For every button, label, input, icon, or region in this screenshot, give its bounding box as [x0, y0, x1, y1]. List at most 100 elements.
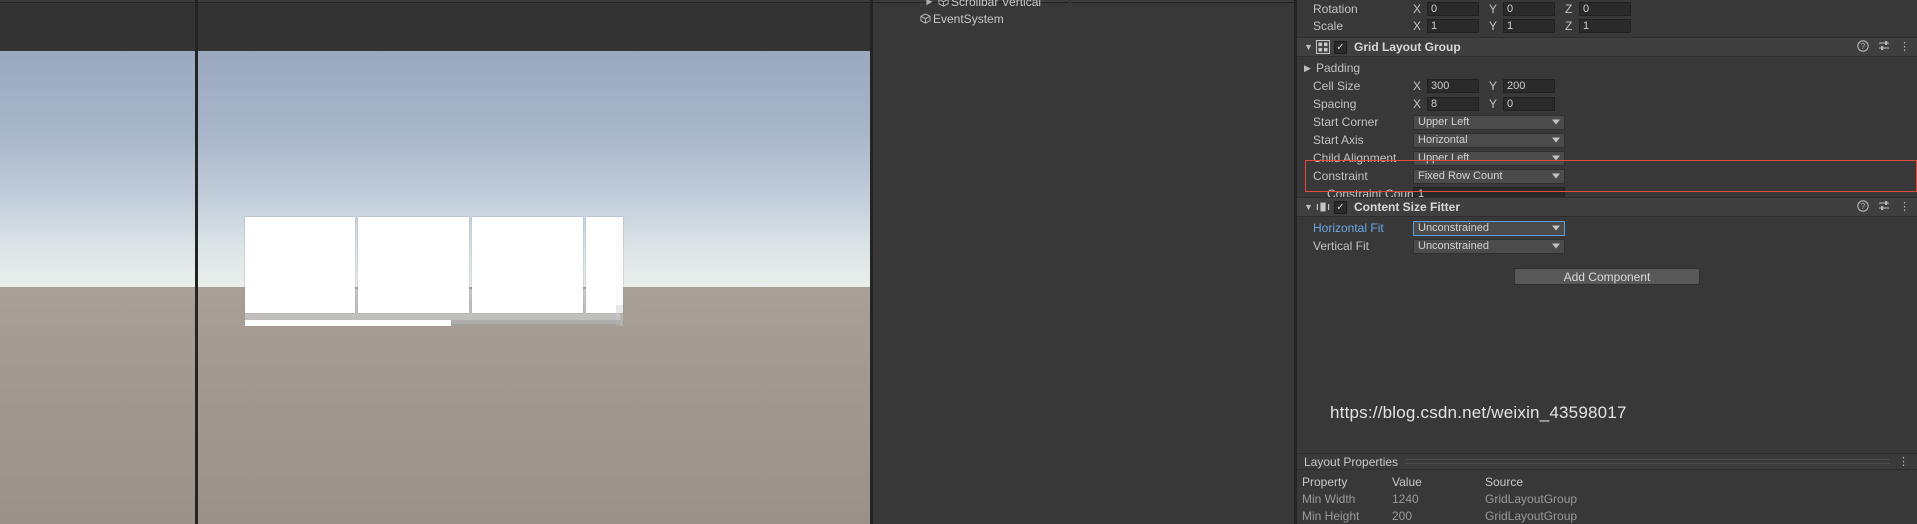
- grid-layout-icon: [1315, 40, 1330, 55]
- scene-view-toolbar[interactable]: [0, 0, 870, 3]
- content-size-fitter-component: ▼ ✓ Content Size Fitter ? ⋮ Horizontal F…: [1297, 197, 1917, 285]
- scene-viewport[interactable]: [0, 51, 870, 524]
- rotation-x-input[interactable]: [1427, 1, 1479, 16]
- hierarchy-item-eventsystem[interactable]: EventSystem: [873, 10, 1068, 27]
- chevron-down-icon: [1552, 155, 1560, 161]
- horizontal-fit-label: Horizontal Fit: [1313, 221, 1384, 235]
- padding-row[interactable]: ▶ Padding: [1297, 59, 1917, 77]
- kebab-menu-icon[interactable]: ⋮: [1899, 201, 1910, 213]
- layout-properties-header[interactable]: Layout Properties ⋮: [1297, 453, 1917, 470]
- chevron-right-icon[interactable]: ▶: [923, 0, 936, 10]
- project-panel[interactable]: [1071, 0, 1295, 524]
- axis-y-label: Y: [1489, 18, 1498, 33]
- hierarchy-item-label: EventSystem: [933, 11, 1004, 26]
- table-row: Min Width 1240 GridLayoutGroup: [1297, 490, 1917, 507]
- axis-x-label: X: [1413, 97, 1422, 111]
- ui-canvas-preview: [0, 51, 870, 524]
- spacing-row: Spacing X Y: [1297, 95, 1917, 113]
- grid-cell-2: [358, 217, 469, 313]
- chevron-right-icon[interactable]: ▶: [1301, 63, 1314, 74]
- cell-size-y-input[interactable]: [1503, 79, 1555, 93]
- hierarchy-panel[interactable]: ▶ Scrollbar Vertical EventSystem: [873, 0, 1068, 524]
- spacing-y-input[interactable]: [1503, 97, 1555, 111]
- hierarchy-list[interactable]: ▶ Scrollbar Vertical EventSystem: [873, 0, 1068, 27]
- scale-x-group: X: [1413, 18, 1479, 33]
- start-axis-dropdown[interactable]: Horizontal: [1413, 132, 1565, 148]
- content-size-fitter-header[interactable]: ▼ ✓ Content Size Fitter ? ⋮: [1297, 197, 1917, 217]
- layout-properties-title: Layout Properties: [1304, 454, 1399, 469]
- content-size-fitter-title: Content Size Fitter: [1354, 200, 1461, 214]
- content-size-fitter-enabled-checkbox[interactable]: ✓: [1334, 200, 1347, 214]
- row-property: Min Height: [1302, 508, 1360, 523]
- child-alignment-value: Upper Left: [1418, 152, 1470, 164]
- axis-z-label: Z: [1565, 18, 1573, 33]
- padding-label: Padding: [1316, 61, 1361, 75]
- row-value: 1240: [1392, 491, 1419, 506]
- horizontal-fit-dropdown[interactable]: Unconstrained: [1413, 220, 1565, 236]
- kebab-menu-icon[interactable]: ⋮: [1890, 455, 1917, 468]
- child-alignment-dropdown[interactable]: Upper Left: [1413, 150, 1565, 166]
- add-component-wrap: Add Component: [1297, 268, 1917, 285]
- scale-y-input[interactable]: [1503, 18, 1555, 33]
- chevron-down-icon: [1552, 243, 1560, 249]
- add-component-button[interactable]: Add Component: [1514, 268, 1700, 285]
- column-header-property: Property: [1302, 474, 1348, 489]
- row-value: 200: [1392, 508, 1413, 523]
- hierarchy-project-divider[interactable]: [195, 0, 198, 524]
- preset-icon[interactable]: [1878, 40, 1890, 55]
- table-row: Min Height 200 GridLayoutGroup: [1297, 507, 1917, 524]
- rotation-y-input[interactable]: [1503, 1, 1555, 16]
- header-rule: [1405, 459, 1890, 464]
- grid-cell-3: [472, 217, 583, 313]
- constraint-row: Constraint Fixed Row Count: [1297, 167, 1917, 185]
- grid-layout-group-enabled-checkbox[interactable]: ✓: [1334, 40, 1347, 54]
- spacing-label: Spacing: [1313, 97, 1357, 111]
- grid-cell-1: [245, 217, 355, 313]
- spacing-y-group: Y: [1489, 97, 1555, 111]
- transform-rotation-row: Rotation X Y Z: [1297, 0, 1917, 17]
- scale-z-input[interactable]: [1579, 18, 1631, 33]
- help-icon[interactable]: ?: [1857, 199, 1869, 215]
- spacing-x-input[interactable]: [1427, 97, 1479, 111]
- rotation-y-group: Y: [1489, 1, 1555, 16]
- scene-view-header-strip: [0, 4, 870, 51]
- help-icon[interactable]: ?: [1857, 39, 1869, 55]
- project-toolbar[interactable]: [1071, 0, 1295, 3]
- rotation-z-input[interactable]: [1579, 1, 1631, 16]
- kebab-menu-icon[interactable]: ⋮: [1899, 41, 1910, 53]
- foldout-expanded-icon[interactable]: ▼: [1302, 42, 1315, 52]
- chevron-down-icon: [1552, 119, 1560, 125]
- preset-icon[interactable]: [1878, 200, 1890, 215]
- svg-text:?: ?: [1861, 42, 1866, 51]
- grid-layout-group-component: ▼ ✓ Grid Layout Group ? ⋮ ▶ Padding Cell…: [1297, 37, 1917, 203]
- hierarchy-item-scrollbar-vertical[interactable]: ▶ Scrollbar Vertical: [873, 0, 1068, 10]
- cell-size-row: Cell Size X Y: [1297, 77, 1917, 95]
- scale-y-group: Y: [1489, 18, 1555, 33]
- constraint-dropdown[interactable]: Fixed Row Count: [1413, 168, 1565, 184]
- spacing-x-group: X: [1413, 97, 1479, 111]
- cube-icon: [918, 13, 933, 24]
- scale-x-input[interactable]: [1427, 18, 1479, 33]
- start-corner-dropdown[interactable]: Upper Left: [1413, 114, 1565, 130]
- vertical-fit-dropdown[interactable]: Unconstrained: [1413, 238, 1565, 254]
- rotation-z-group: Z: [1565, 1, 1631, 16]
- horizontal-fit-row: Horizontal Fit Unconstrained: [1297, 219, 1917, 237]
- chevron-down-icon: [1552, 137, 1560, 143]
- start-axis-row: Start Axis Horizontal: [1297, 131, 1917, 149]
- foldout-expanded-icon[interactable]: ▼: [1302, 202, 1315, 212]
- axis-y-label: Y: [1489, 97, 1498, 111]
- grid-layout-group-header[interactable]: ▼ ✓ Grid Layout Group ? ⋮: [1297, 37, 1917, 57]
- child-alignment-row: Child Alignment Upper Left: [1297, 149, 1917, 167]
- axis-x-label: X: [1413, 79, 1422, 93]
- constraint-label: Constraint: [1313, 169, 1368, 183]
- unity-editor-window: ▶ Scrollbar Vertical EventSystem Rotatio…: [0, 0, 1917, 524]
- scene-scrollbar-horizontal-thumb: [245, 320, 451, 326]
- scale-label: Scale: [1313, 18, 1344, 33]
- row-source: GridLayoutGroup: [1485, 491, 1578, 506]
- inspector-panel[interactable]: Rotation X Y Z Scale X: [1297, 0, 1917, 524]
- hierarchy-item-label: Scrollbar Vertical: [951, 0, 1042, 9]
- rotation-label: Rotation: [1313, 1, 1358, 16]
- cell-size-x-input[interactable]: [1427, 79, 1479, 93]
- vertical-fit-row: Vertical Fit Unconstrained: [1297, 237, 1917, 255]
- scene-view-panel[interactable]: [0, 0, 870, 524]
